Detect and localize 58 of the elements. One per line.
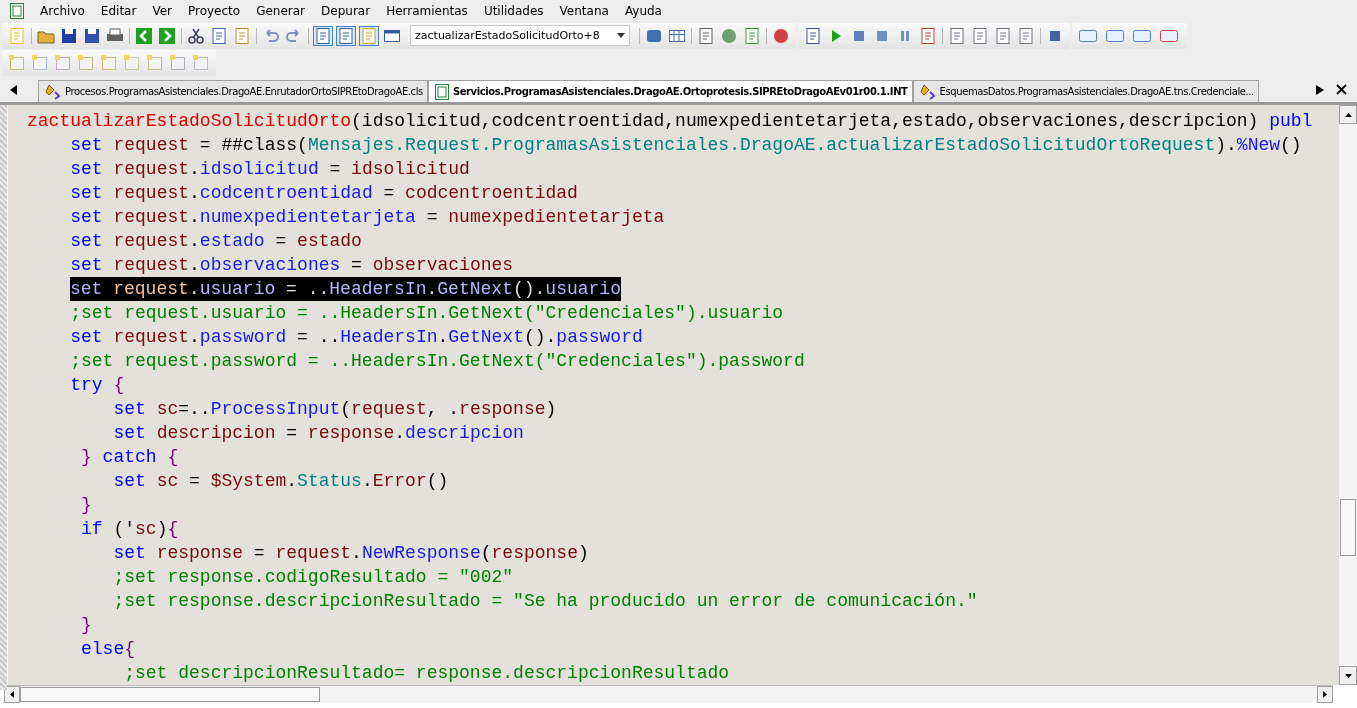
document-view-icon[interactable] xyxy=(314,26,332,45)
scroll-left-icon[interactable] xyxy=(10,691,14,698)
menu-item[interactable]: Utilidades xyxy=(475,4,552,18)
menu-item[interactable]: Ver xyxy=(144,4,180,18)
code-line: set request.password = ..HeadersIn.GetNext().password xyxy=(69,326,644,349)
code-line: try { xyxy=(69,374,126,397)
stop-icon[interactable] xyxy=(772,26,790,45)
menu-item[interactable]: Herramientas xyxy=(378,4,476,18)
code-line: if ('sc){ xyxy=(80,518,180,541)
function-dropdown[interactable]: zactualizarEstadoSolicitudOrto+8 xyxy=(410,25,630,46)
menu-item[interactable]: Archivo xyxy=(32,4,93,18)
file-tab[interactable]: EsquemasDatos.ProgramasAsistenciales.DragoAE.tns.Credenciale... xyxy=(912,80,1259,102)
code-line: set request.estado = estado xyxy=(69,230,363,253)
menu-item[interactable]: Ayuda xyxy=(616,4,670,18)
code-line: ;set response.codigoResultado = "002" xyxy=(112,566,515,589)
code-line: } xyxy=(80,494,93,517)
code-line: set request.observaciones = observaciones xyxy=(69,254,515,277)
scroll-right-icon[interactable] xyxy=(1316,85,1324,95)
scroll-left-icon[interactable] xyxy=(10,85,18,95)
save-all-icon[interactable] xyxy=(83,26,101,45)
scroll-thumb[interactable] xyxy=(1340,499,1356,556)
code-line: set request.idsolicitud = idsolicitud xyxy=(69,158,471,181)
code-line: set sc=..ProcessInput(request, .response) xyxy=(112,398,558,421)
code-line: zactualizarEstadoSolicitudOrto(idsolicitud,codcentroentidad,numexpedientetarjeta,estado,observaciones,descripcion) publ xyxy=(27,110,1314,133)
menu-item[interactable]: Generar xyxy=(248,4,314,18)
routine-icon xyxy=(434,83,449,100)
code-line: set sc = $System.Status.Error() xyxy=(112,470,450,493)
code-line: ;set response.descripcionResultado = "Se ha producido un error de comunicación." xyxy=(112,590,979,613)
code-line: ;set request.password = ..HeadersIn.GetNext("Credenciales").password xyxy=(69,350,806,373)
menu-item[interactable]: Ventana xyxy=(551,4,617,18)
dropdown-caret-icon xyxy=(617,33,625,38)
file-tab[interactable]: Servicios.ProgramasAsistenciales.DragoAE.Ortoprotesis.SIPREtoDragoAEv01r00.1.INT xyxy=(427,80,913,102)
code-line: } xyxy=(80,614,93,637)
menu-item[interactable]: Depurar xyxy=(313,4,379,18)
close-icon[interactable] xyxy=(1336,84,1347,95)
scroll-up-icon[interactable] xyxy=(1344,112,1352,117)
horizontal-scrollbar[interactable] xyxy=(4,685,1333,703)
menu-item[interactable]: Proyecto xyxy=(180,4,249,18)
class-icon xyxy=(45,83,61,100)
code-line: ;set descripcionResultado= response.descripcionResultado xyxy=(123,662,731,685)
code-line: else{ xyxy=(80,638,137,661)
code-line: set request = ##class(Mensajes.Request.ProgramasAsistenciales.DragoAE.actualizarEstadoSolicitudOrtoRequest).%New() xyxy=(69,134,1303,157)
scroll-thumb[interactable] xyxy=(20,687,320,702)
scroll-down-icon[interactable] xyxy=(1344,673,1352,678)
cut-icon[interactable] xyxy=(187,26,205,45)
code-line: set request.codcentroentidad = codcentroentidad xyxy=(69,182,579,205)
code-line: set response = request.NewResponse(response) xyxy=(112,542,590,565)
vertical-scrollbar[interactable] xyxy=(1338,105,1357,685)
code-line: ;set request.usuario = ..HeadersIn.GetNext("Credenciales").usuario xyxy=(69,302,785,325)
code-line: set descripcion = response.descripcion xyxy=(112,422,525,445)
menu-item[interactable]: Editar xyxy=(92,4,145,18)
class-icon xyxy=(919,83,936,100)
file-tab[interactable]: Procesos.ProgramasAsistenciales.DragoAE.EnrutadorOrtoSIPREtoDragoAE.cls xyxy=(38,80,428,102)
code-line: set request.numexpedientetarjeta = numexpedientetarjeta xyxy=(69,206,666,229)
save-icon[interactable] xyxy=(60,26,78,45)
scroll-right-icon[interactable] xyxy=(1323,691,1327,698)
app-icon xyxy=(10,3,24,19)
code-line: } catch { xyxy=(80,446,180,469)
